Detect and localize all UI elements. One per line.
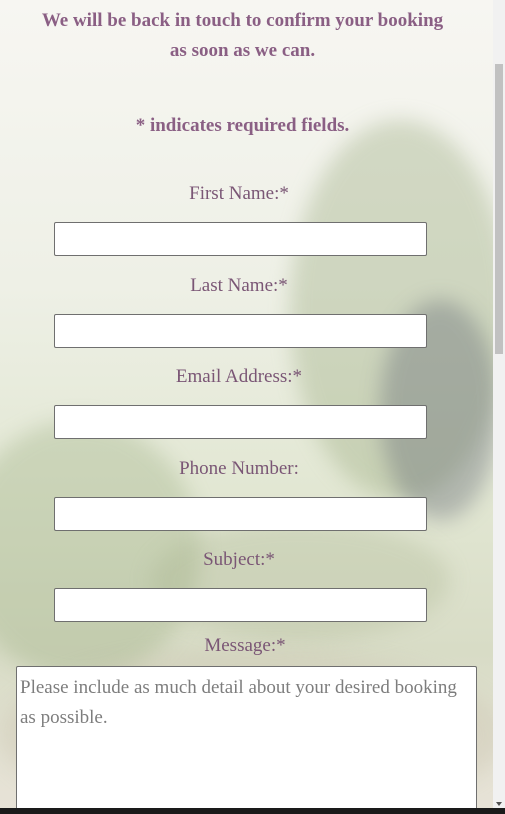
horizontal-scrollbar [0, 808, 505, 814]
first-name-label: First Name:* [189, 183, 289, 204]
scrollbar-thumb[interactable] [495, 64, 503, 354]
scroll-down-arrow-icon[interactable] [496, 802, 502, 806]
first-name-input[interactable] [54, 222, 427, 256]
vertical-scrollbar[interactable] [493, 0, 505, 808]
last-name-input[interactable] [54, 314, 427, 348]
phone-input[interactable] [54, 497, 427, 531]
message-label: Message:* [204, 635, 286, 656]
phone-label: Phone Number: [179, 458, 299, 479]
required-fields-note: * indicates required fields. [135, 115, 350, 136]
last-name-label: Last Name:* [190, 275, 288, 296]
subject-input[interactable] [54, 588, 427, 622]
email-input[interactable] [54, 405, 427, 439]
email-label: Email Address:* [175, 366, 303, 387]
subject-label: Subject:* [203, 549, 275, 570]
confirmation-notice-line1: We will be back in touch to confirm your… [41, 10, 444, 31]
message-textarea[interactable] [16, 666, 477, 814]
confirmation-notice-line2: as soon as we can. [169, 40, 316, 61]
booking-form: We will be back in touch to confirm your… [0, 0, 493, 814]
